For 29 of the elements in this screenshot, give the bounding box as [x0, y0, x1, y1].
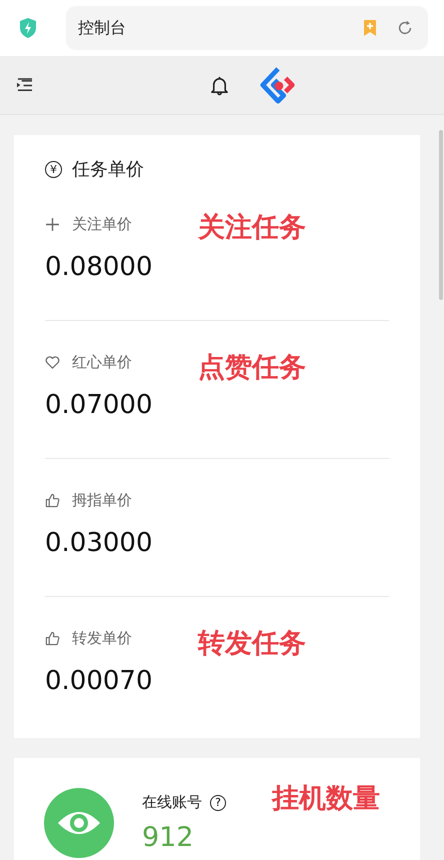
refresh-icon[interactable] — [396, 19, 414, 37]
shield-icon[interactable] — [18, 17, 38, 39]
scrollbar[interactable] — [439, 130, 443, 300]
price-label: 关注单价 — [72, 215, 132, 234]
annotation-text: 挂机数量 — [272, 782, 380, 816]
bell-icon[interactable] — [210, 74, 229, 96]
price-value: 0.00070 — [45, 666, 154, 696]
plus-icon — [45, 217, 60, 232]
menu-collapse-icon[interactable] — [16, 78, 33, 92]
card-title: 任务单价 — [72, 158, 144, 181]
heart-icon — [45, 355, 60, 370]
price-label: 拇指单价 — [72, 491, 132, 510]
help-icon[interactable]: ? — [210, 794, 226, 810]
price-value: 0.08000 — [45, 252, 154, 282]
logo-icon — [259, 66, 297, 104]
price-value: 0.03000 — [45, 528, 154, 558]
online-count: 912 — [142, 822, 195, 853]
price-value: 0.07000 — [45, 390, 154, 420]
thumbs-up-icon — [45, 631, 60, 646]
annotation-text: 点赞任务 — [198, 351, 306, 385]
annotation-text: 关注任务 — [198, 211, 306, 245]
annotation-text: 转发任务 — [198, 627, 306, 661]
address-text: 控制台 — [78, 18, 127, 38]
price-label: 转发单价 — [72, 629, 132, 648]
thumbs-up-icon — [45, 493, 60, 508]
yen-icon: ¥ — [45, 160, 62, 178]
price-label: 红心单价 — [72, 353, 132, 372]
online-label: 在线账号 — [142, 793, 202, 812]
address-bar[interactable]: 控制台 — [66, 6, 428, 50]
